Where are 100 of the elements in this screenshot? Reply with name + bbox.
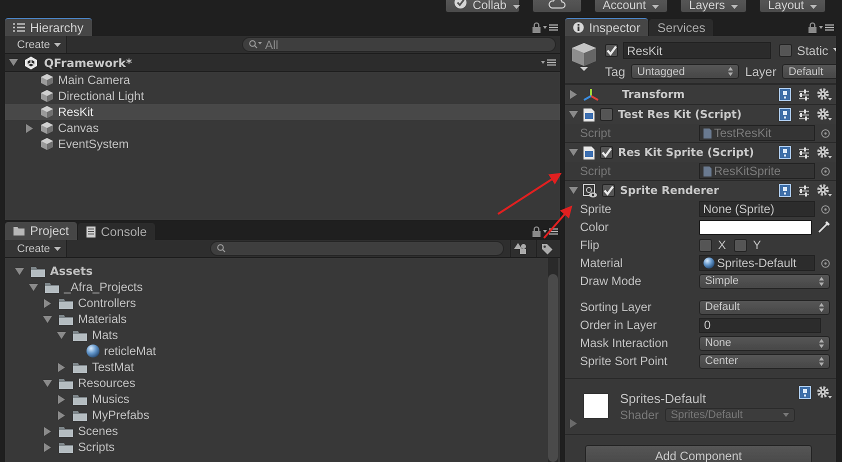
tree-item[interactable]: reticleMat bbox=[5, 343, 548, 359]
create-dropdown[interactable]: Create bbox=[5, 36, 68, 53]
object-picker-icon[interactable] bbox=[821, 166, 830, 176]
name-field[interactable]: ResKit bbox=[623, 42, 771, 59]
toolbar-dropdown[interactable]: Layout bbox=[758, 0, 826, 13]
settings-gear-icon[interactable] bbox=[817, 88, 832, 101]
foldout-arrow-icon[interactable] bbox=[43, 378, 52, 388]
tree-item[interactable]: Resources bbox=[5, 375, 548, 391]
tree-item[interactable]: Assets bbox=[5, 263, 548, 279]
color-field[interactable] bbox=[699, 220, 812, 234]
foldout-arrow-icon[interactable] bbox=[57, 410, 66, 420]
lock-icon[interactable] bbox=[532, 22, 541, 32]
foldout-arrow-icon[interactable] bbox=[29, 282, 38, 292]
hierarchy-item[interactable]: EventSystem bbox=[5, 136, 560, 152]
create-dropdown[interactable]: Create bbox=[5, 240, 68, 257]
panel-menu-icon[interactable] bbox=[543, 226, 558, 236]
gameobject-cube-icon[interactable] bbox=[571, 42, 597, 72]
project-tab[interactable]: Project bbox=[5, 222, 77, 240]
foldout-arrow-icon[interactable] bbox=[569, 148, 578, 157]
services-tab[interactable]: Services bbox=[649, 19, 714, 36]
component-header[interactable]: Transform bbox=[565, 84, 836, 104]
tree-item[interactable]: Musics bbox=[5, 391, 548, 407]
hierarchy-item[interactable]: Main Camera bbox=[5, 72, 560, 88]
number-field[interactable]: 0 bbox=[699, 318, 821, 332]
collab-button[interactable]: Collab bbox=[444, 0, 520, 13]
foldout-arrow-icon[interactable] bbox=[9, 58, 18, 67]
settings-gear-icon[interactable] bbox=[817, 184, 832, 197]
tree-item[interactable]: _Afra_Projects bbox=[5, 279, 548, 295]
tree-item[interactable]: Scenes bbox=[5, 423, 548, 439]
layer-dropdown[interactable]: Default bbox=[782, 64, 836, 79]
hierarchy-item[interactable]: Canvas bbox=[5, 120, 560, 136]
lock-icon[interactable] bbox=[808, 22, 817, 32]
help-book-icon[interactable] bbox=[799, 386, 811, 399]
tree-item[interactable]: Materials bbox=[5, 311, 548, 327]
foldout-arrow-icon[interactable] bbox=[43, 314, 52, 324]
foldout-arrow-icon[interactable] bbox=[43, 442, 52, 452]
toolbar-dropdown[interactable]: Account bbox=[594, 0, 668, 13]
tree-item[interactable]: Scripts bbox=[5, 439, 548, 455]
object-picker-icon[interactable] bbox=[821, 204, 830, 214]
foldout-arrow-icon[interactable] bbox=[57, 394, 66, 404]
tree-item[interactable]: Controllers bbox=[5, 295, 548, 311]
settings-gear-icon[interactable] bbox=[817, 108, 832, 121]
object-picker-icon[interactable] bbox=[821, 128, 830, 138]
foldout-arrow-icon[interactable] bbox=[43, 426, 52, 436]
enabled-checkbox[interactable] bbox=[600, 108, 613, 121]
hierarchy-tab[interactable]: Hierarchy bbox=[5, 18, 92, 36]
foldout-arrow-icon[interactable] bbox=[25, 124, 34, 132]
add-component-button[interactable]: Add Component bbox=[585, 445, 812, 462]
static-checkbox[interactable] bbox=[779, 44, 792, 57]
tree-item[interactable]: MyPrefabs bbox=[5, 407, 548, 423]
preset-sliders-icon[interactable] bbox=[798, 146, 810, 158]
component-header[interactable]: Test Res Kit (Script) bbox=[565, 104, 836, 124]
panel-menu-icon[interactable] bbox=[819, 22, 834, 32]
help-book-icon[interactable] bbox=[779, 184, 791, 197]
settings-gear-icon[interactable] bbox=[817, 386, 832, 399]
foldout-arrow-icon[interactable] bbox=[569, 110, 578, 119]
foldout-arrow-icon[interactable] bbox=[569, 419, 578, 428]
preset-sliders-icon[interactable] bbox=[798, 108, 810, 120]
hierarchy-item[interactable]: Directional Light bbox=[5, 88, 560, 104]
preset-sliders-icon[interactable] bbox=[798, 184, 810, 196]
object-field[interactable]: Sprites-Default bbox=[699, 255, 815, 271]
object-picker-icon[interactable] bbox=[821, 258, 830, 268]
panel-menu-icon[interactable] bbox=[543, 22, 558, 32]
foldout-arrow-icon[interactable] bbox=[569, 186, 578, 195]
foldout-arrow-icon[interactable] bbox=[57, 330, 66, 340]
search-field[interactable]: All bbox=[242, 37, 556, 52]
active-checkbox[interactable] bbox=[605, 44, 618, 57]
dropdown[interactable]: Default bbox=[699, 300, 830, 314]
enabled-checkbox[interactable] bbox=[600, 146, 613, 159]
tag-dropdown[interactable]: Untagged bbox=[631, 64, 740, 79]
toolbar-dropdown[interactable]: Layers bbox=[680, 0, 747, 13]
settings-gear-icon[interactable] bbox=[817, 146, 832, 159]
dropdown[interactable]: Center bbox=[699, 354, 830, 368]
console-tab[interactable]: Console bbox=[78, 223, 155, 240]
dropdown[interactable]: None bbox=[699, 336, 830, 350]
help-book-icon[interactable] bbox=[779, 88, 791, 101]
dropdown[interactable]: Simple bbox=[699, 274, 830, 288]
flip-checkbox[interactable] bbox=[699, 238, 712, 252]
tree-item[interactable]: TestMat bbox=[5, 359, 548, 375]
component-header[interactable]: Res Kit Sprite (Script) bbox=[565, 142, 836, 162]
scrollbar[interactable] bbox=[548, 258, 558, 462]
updown-arrows-icon bbox=[819, 302, 824, 312]
eyedropper-icon[interactable] bbox=[818, 221, 830, 233]
flip-checkbox[interactable] bbox=[734, 238, 748, 252]
enabled-checkbox[interactable] bbox=[602, 184, 615, 197]
search-field[interactable] bbox=[210, 241, 504, 256]
scene-menu-icon[interactable] bbox=[541, 58, 556, 67]
foldout-arrow-icon[interactable] bbox=[57, 362, 66, 372]
hierarchy-item[interactable]: ResKit bbox=[5, 104, 560, 120]
inspector-tab[interactable]: Inspector bbox=[565, 18, 648, 36]
lock-icon[interactable] bbox=[532, 226, 541, 236]
help-book-icon[interactable] bbox=[779, 108, 791, 121]
object-field[interactable]: None (Sprite) bbox=[699, 201, 815, 217]
tree-item[interactable]: Mats bbox=[5, 327, 548, 343]
foldout-arrow-icon[interactable] bbox=[43, 298, 52, 308]
foldout-arrow-icon[interactable] bbox=[15, 266, 24, 276]
preset-sliders-icon[interactable] bbox=[798, 88, 810, 100]
foldout-arrow-icon[interactable] bbox=[569, 90, 578, 99]
help-book-icon[interactable] bbox=[779, 146, 791, 159]
component-header[interactable]: Sprite Renderer bbox=[565, 180, 836, 200]
